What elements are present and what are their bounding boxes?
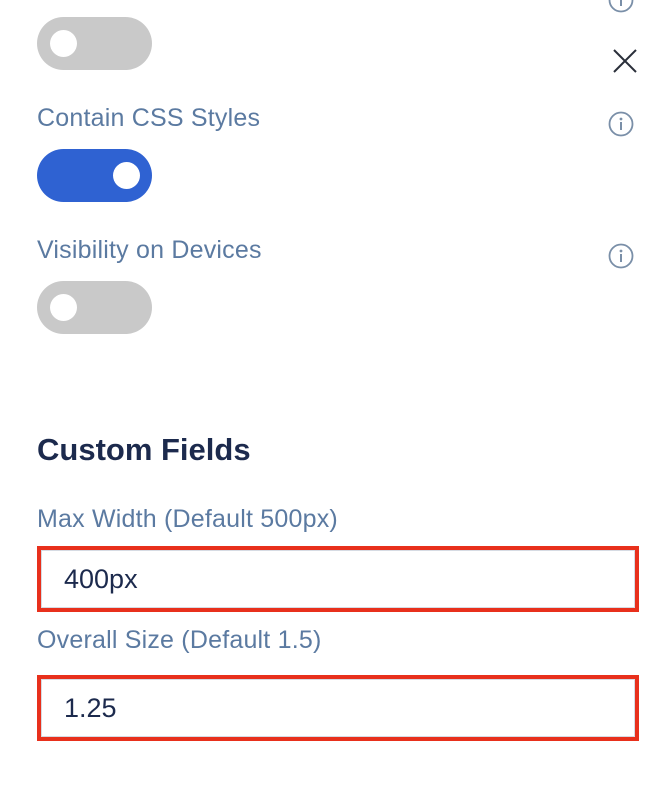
contain-css-toggle[interactable] [37, 149, 152, 202]
overall-size-highlight [37, 675, 639, 741]
visibility-toggle[interactable] [37, 281, 152, 334]
max-width-label: Max Width (Default 500px) [37, 505, 338, 533]
toggle-knob [113, 162, 140, 189]
overall-size-input[interactable] [41, 679, 635, 737]
custom-fields-heading: Custom Fields [37, 432, 251, 467]
toggle-knob [50, 30, 77, 57]
contain-css-label: Contain CSS Styles [37, 104, 261, 132]
close-icon[interactable] [611, 47, 639, 75]
visibility-label: Visibility on Devices [37, 236, 262, 264]
info-icon[interactable] [608, 243, 634, 269]
info-icon[interactable] [608, 0, 634, 13]
max-width-highlight [37, 546, 639, 612]
toggle-knob [50, 294, 77, 321]
info-icon[interactable] [608, 111, 634, 137]
max-width-input[interactable] [41, 550, 635, 608]
settings-panel: Contain CSS Styles Visibility on Devices… [0, 0, 660, 790]
overall-size-label: Overall Size (Default 1.5) [37, 626, 322, 654]
top-setting-toggle[interactable] [37, 17, 152, 70]
